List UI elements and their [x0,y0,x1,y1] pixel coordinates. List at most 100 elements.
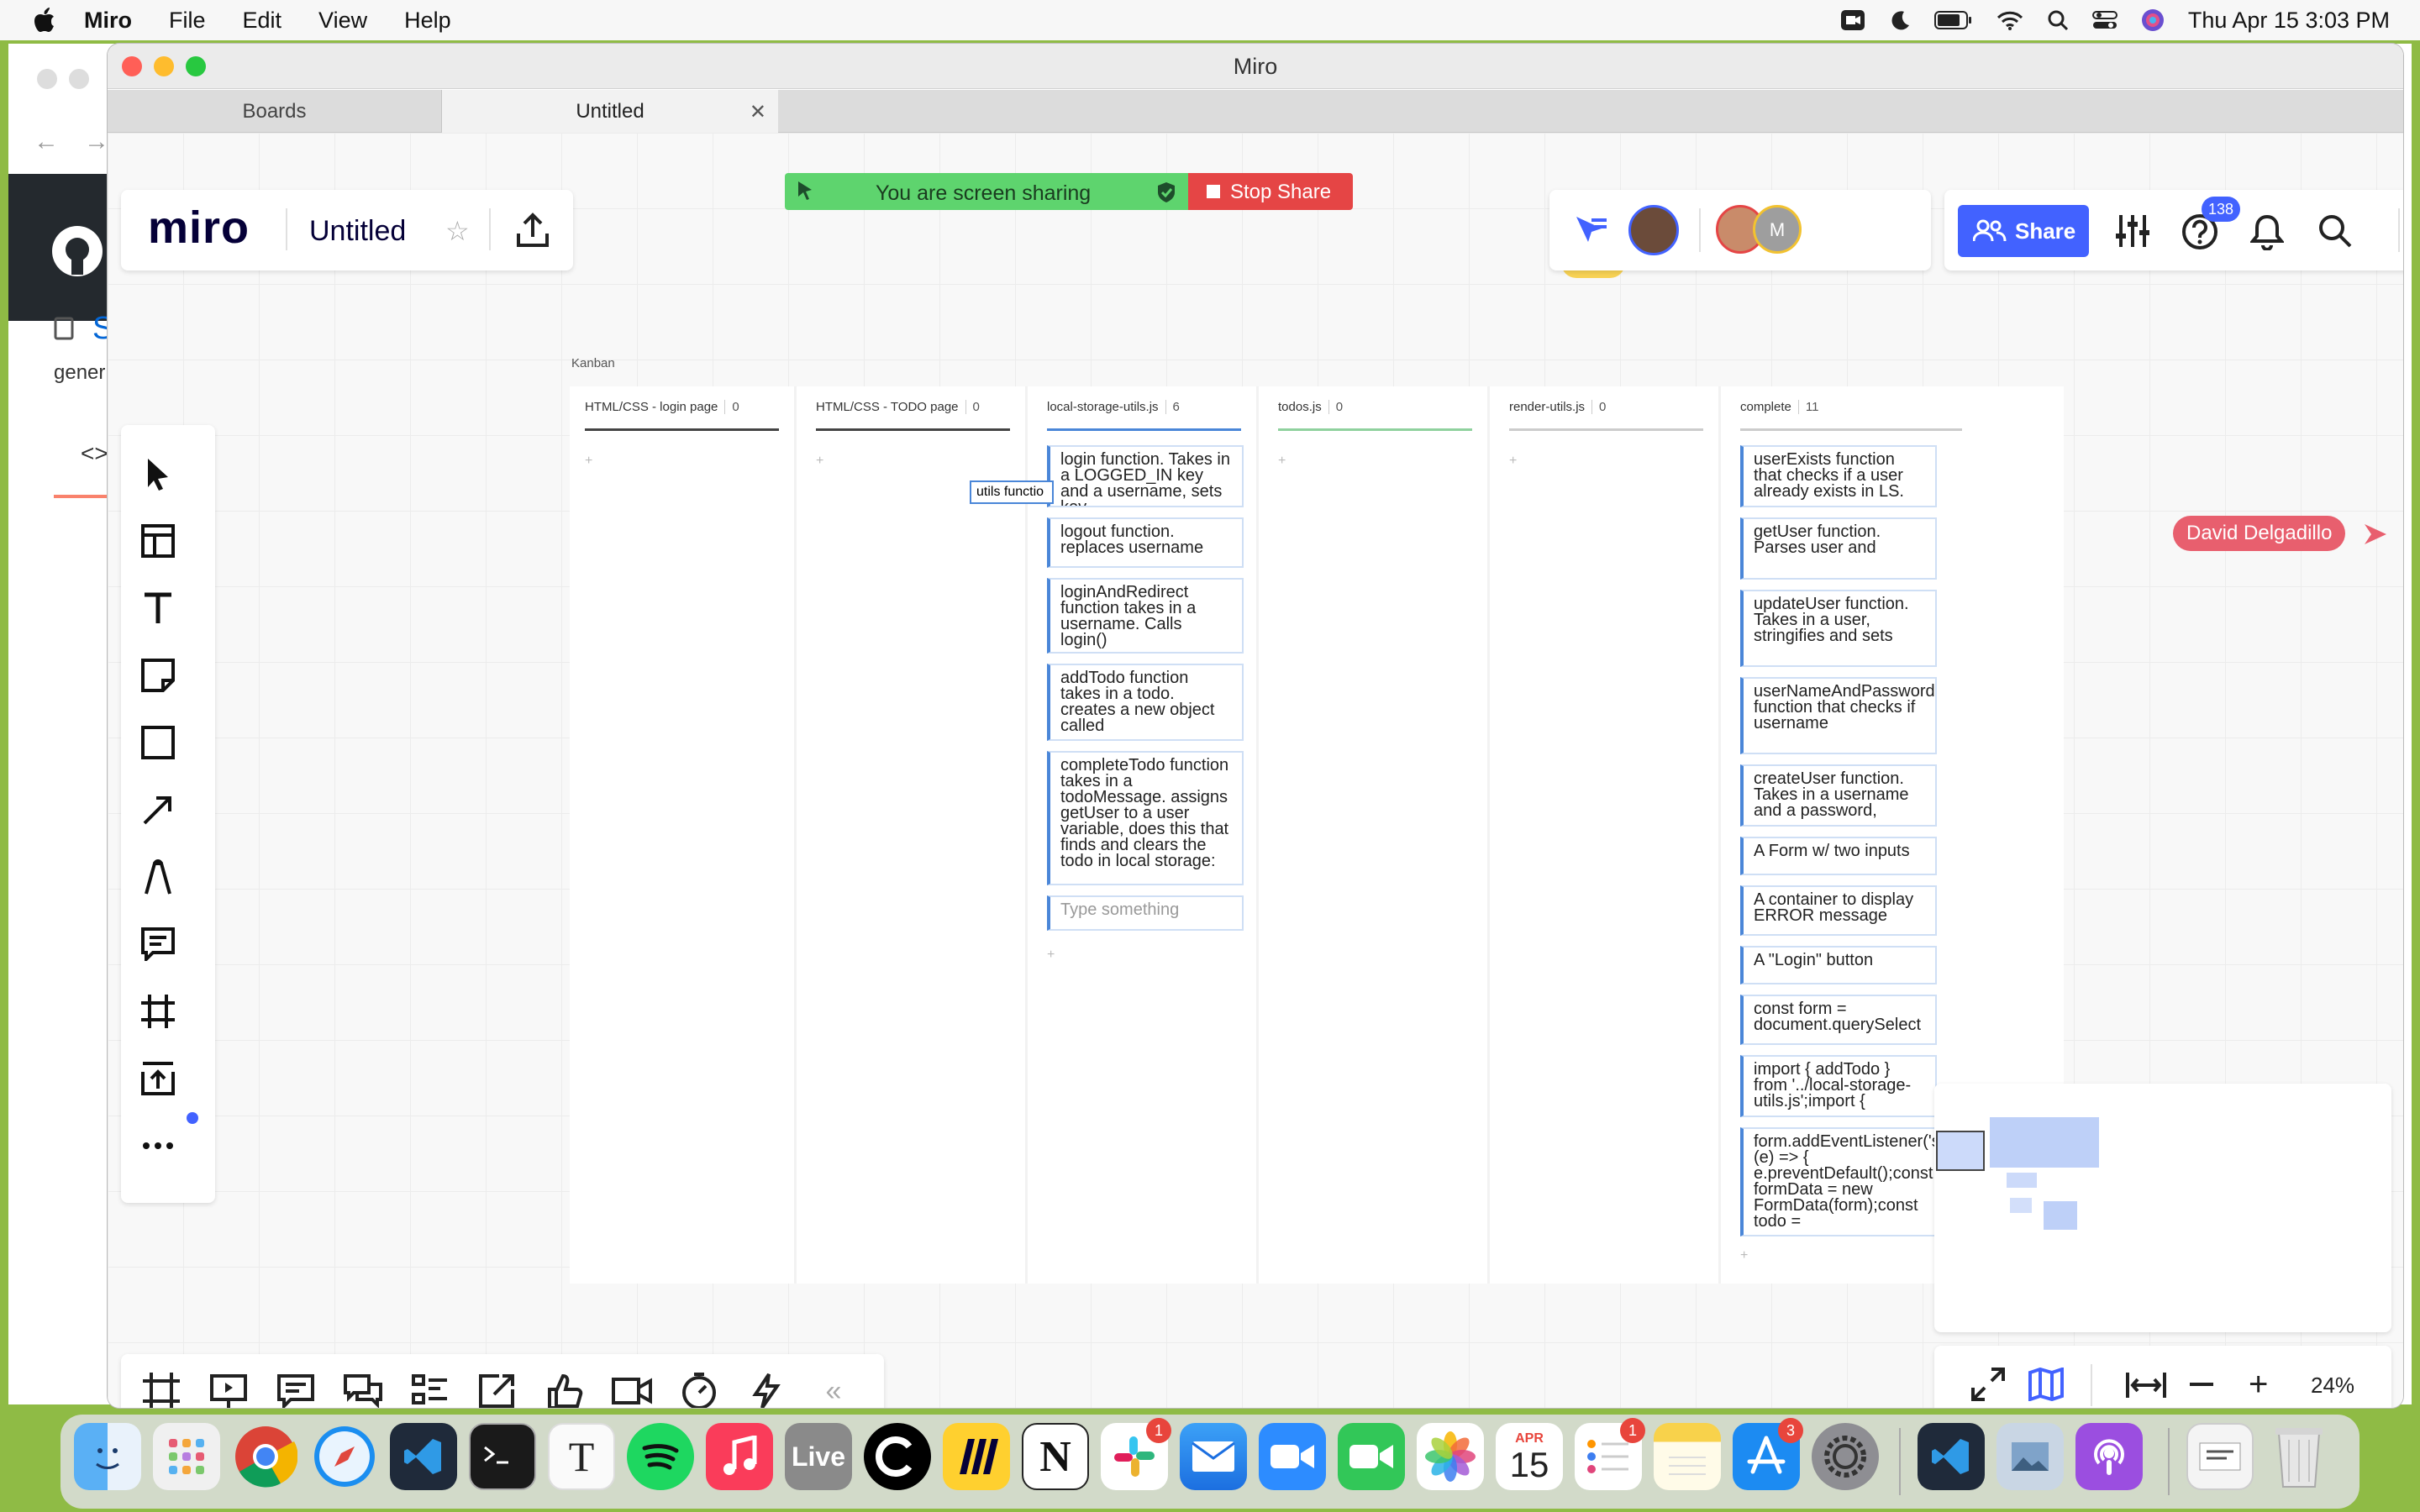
vscode-window-icon[interactable] [1918,1423,1985,1490]
drag-handle-icon[interactable] [795,180,815,202]
kanban-card[interactable]: addTodo function takes in a todo. create… [1047,664,1244,741]
kanban-column[interactable]: HTML/CSS - login page 0 + [570,386,797,1284]
share-button[interactable]: Share [1958,205,2089,257]
wifi-icon[interactable] [1996,9,2023,31]
collaborator-avatar[interactable] [1628,205,1679,255]
kanban-card[interactable]: loginAndRedirect function takes in a use… [1047,578,1244,654]
presentation-icon[interactable] [208,1371,249,1408]
kanban-card[interactable]: const form = document.querySelect [1740,995,1937,1045]
zoom-app-icon[interactable] [1259,1423,1326,1490]
fit-to-screen-icon[interactable] [2126,1371,2166,1399]
lightning-icon[interactable] [746,1371,786,1408]
kanban-card[interactable]: logout function. replaces username [1047,517,1244,568]
moon-icon[interactable] [1889,9,1911,31]
menu-view[interactable]: View [300,8,386,34]
github-icon[interactable] [50,224,104,278]
templates-icon[interactable] [139,522,176,559]
back-arrow-icon[interactable]: ← [34,128,59,156]
kanban-column[interactable]: HTML/CSS - TODO page 0 + [801,386,1028,1284]
search-icon[interactable] [2317,213,2353,249]
collapse-toolbar-icon[interactable]: « [813,1371,854,1408]
collaborator-avatar[interactable]: M [1753,205,1802,254]
kanban-card[interactable]: import { addTodo } from '../local-storag… [1740,1055,1937,1117]
zoom-status-icon[interactable] [1840,9,1865,31]
card-list-icon[interactable] [410,1371,450,1408]
downloads-stack-icon[interactable] [2186,1423,2254,1490]
code-tab-icon[interactable]: <> [81,440,108,467]
spotify-icon[interactable] [627,1423,694,1490]
frames-icon[interactable] [141,1371,182,1408]
kanban-column[interactable]: local-storage-utils.js 6 login function. … [1032,386,1259,1284]
chrome-icon[interactable] [232,1423,299,1490]
siri-icon[interactable] [2141,8,2165,32]
video-call-icon[interactable] [612,1371,652,1408]
kanban-card[interactable]: A Form w/ two inputs [1740,837,1937,875]
miro-dock-icon[interactable] [943,1423,1010,1490]
zoom-out-icon[interactable] [2190,1383,2213,1386]
launchpad-icon[interactable] [153,1423,220,1490]
podcasts-icon[interactable] [2075,1423,2143,1490]
kanban-column[interactable]: render-utils.js 0 + [1494,386,1721,1284]
preview-icon[interactable] [1996,1423,2064,1490]
floating-text-box[interactable]: utils functio [970,480,1054,504]
forward-arrow-icon[interactable]: → [84,128,109,156]
bg-minimize-button[interactable] [69,69,89,89]
battery-icon[interactable] [1933,10,1973,30]
photos-icon[interactable] [1417,1423,1484,1490]
bell-icon[interactable] [2250,213,2284,250]
kanban-card[interactable]: login function. Takes in a LOGGED_IN key… [1047,445,1244,507]
menu-app-name[interactable]: Miro [77,8,150,34]
add-card-icon[interactable]: + [816,454,823,469]
menu-file[interactable]: File [150,8,224,34]
finder-icon[interactable] [74,1423,141,1490]
stop-share-button[interactable]: Stop Share [1188,173,1353,210]
minimap-viewport[interactable] [1936,1131,1985,1171]
arrow-line-icon[interactable] [139,791,176,828]
add-card-icon[interactable]: + [1509,454,1517,469]
kanban-card[interactable]: A container to display ERROR message [1740,885,1937,936]
share-screen-icon[interactable] [477,1371,518,1408]
add-card-icon[interactable]: + [585,454,592,469]
comments-icon[interactable] [276,1371,316,1408]
kanban-card[interactable]: createUser function. Takes in a username… [1740,764,1937,827]
vscode-icon[interactable] [390,1423,457,1490]
map-icon[interactable] [2028,1368,2064,1401]
add-card-icon[interactable]: + [1278,454,1286,469]
facetime-icon[interactable] [1338,1423,1405,1490]
zoom-in-icon[interactable]: + [2249,1368,2268,1401]
cron-icon[interactable] [864,1423,931,1490]
kanban-card[interactable]: userNameAndPasswordMAtch function that c… [1740,677,1937,754]
add-card-icon[interactable]: + [1047,948,1055,963]
kanban-card[interactable]: updateUser function. Takes in a user, st… [1740,590,1937,667]
comment-icon[interactable] [139,926,176,963]
terminal-icon[interactable] [469,1423,536,1490]
kanban-card[interactable]: getUser function. Parses user and [1740,517,1937,580]
kanban-card[interactable]: completeTodo function takes in a todoMes… [1047,751,1244,885]
frame-label[interactable]: Kanban [571,356,615,370]
star-icon[interactable]: ☆ [445,215,470,247]
kanban-board[interactable]: HTML/CSS - login page 0 + HTML/CSS - TODO… [570,386,2064,1284]
mail-icon[interactable] [1180,1423,1247,1490]
kanban-card[interactable]: userExists function that checks if a use… [1740,445,1937,507]
tab-close-icon[interactable]: ✕ [750,100,766,124]
spotlight-icon[interactable] [2047,9,2069,31]
select-tool-icon[interactable] [139,455,176,492]
menubar-clock[interactable]: Thu Apr 15 3:03 PM [2188,8,2390,34]
control-center-icon[interactable] [2091,9,2118,31]
export-icon[interactable] [516,212,550,249]
timer-icon[interactable] [679,1371,719,1408]
notes-icon[interactable] [1654,1423,1721,1490]
bg-close-button[interactable] [37,69,57,89]
more-tools-icon[interactable] [139,1127,176,1164]
safari-icon[interactable] [311,1423,378,1490]
tab-boards[interactable]: Boards [108,90,442,133]
typora-icon[interactable]: T [548,1423,615,1490]
settings-sliders-icon[interactable] [2114,213,2151,249]
minimap[interactable] [1934,1084,2391,1332]
menu-edit[interactable]: Edit [224,8,301,34]
chat-icon[interactable] [343,1371,383,1408]
zoom-level[interactable]: 24% [2311,1373,2354,1399]
calendar-icon[interactable]: APR 15 [1496,1423,1563,1490]
kanban-card[interactable]: A "Login" button [1740,946,1937,984]
kanban-card[interactable]: form.addEventListener('submit', (e) => {… [1740,1127,1937,1236]
